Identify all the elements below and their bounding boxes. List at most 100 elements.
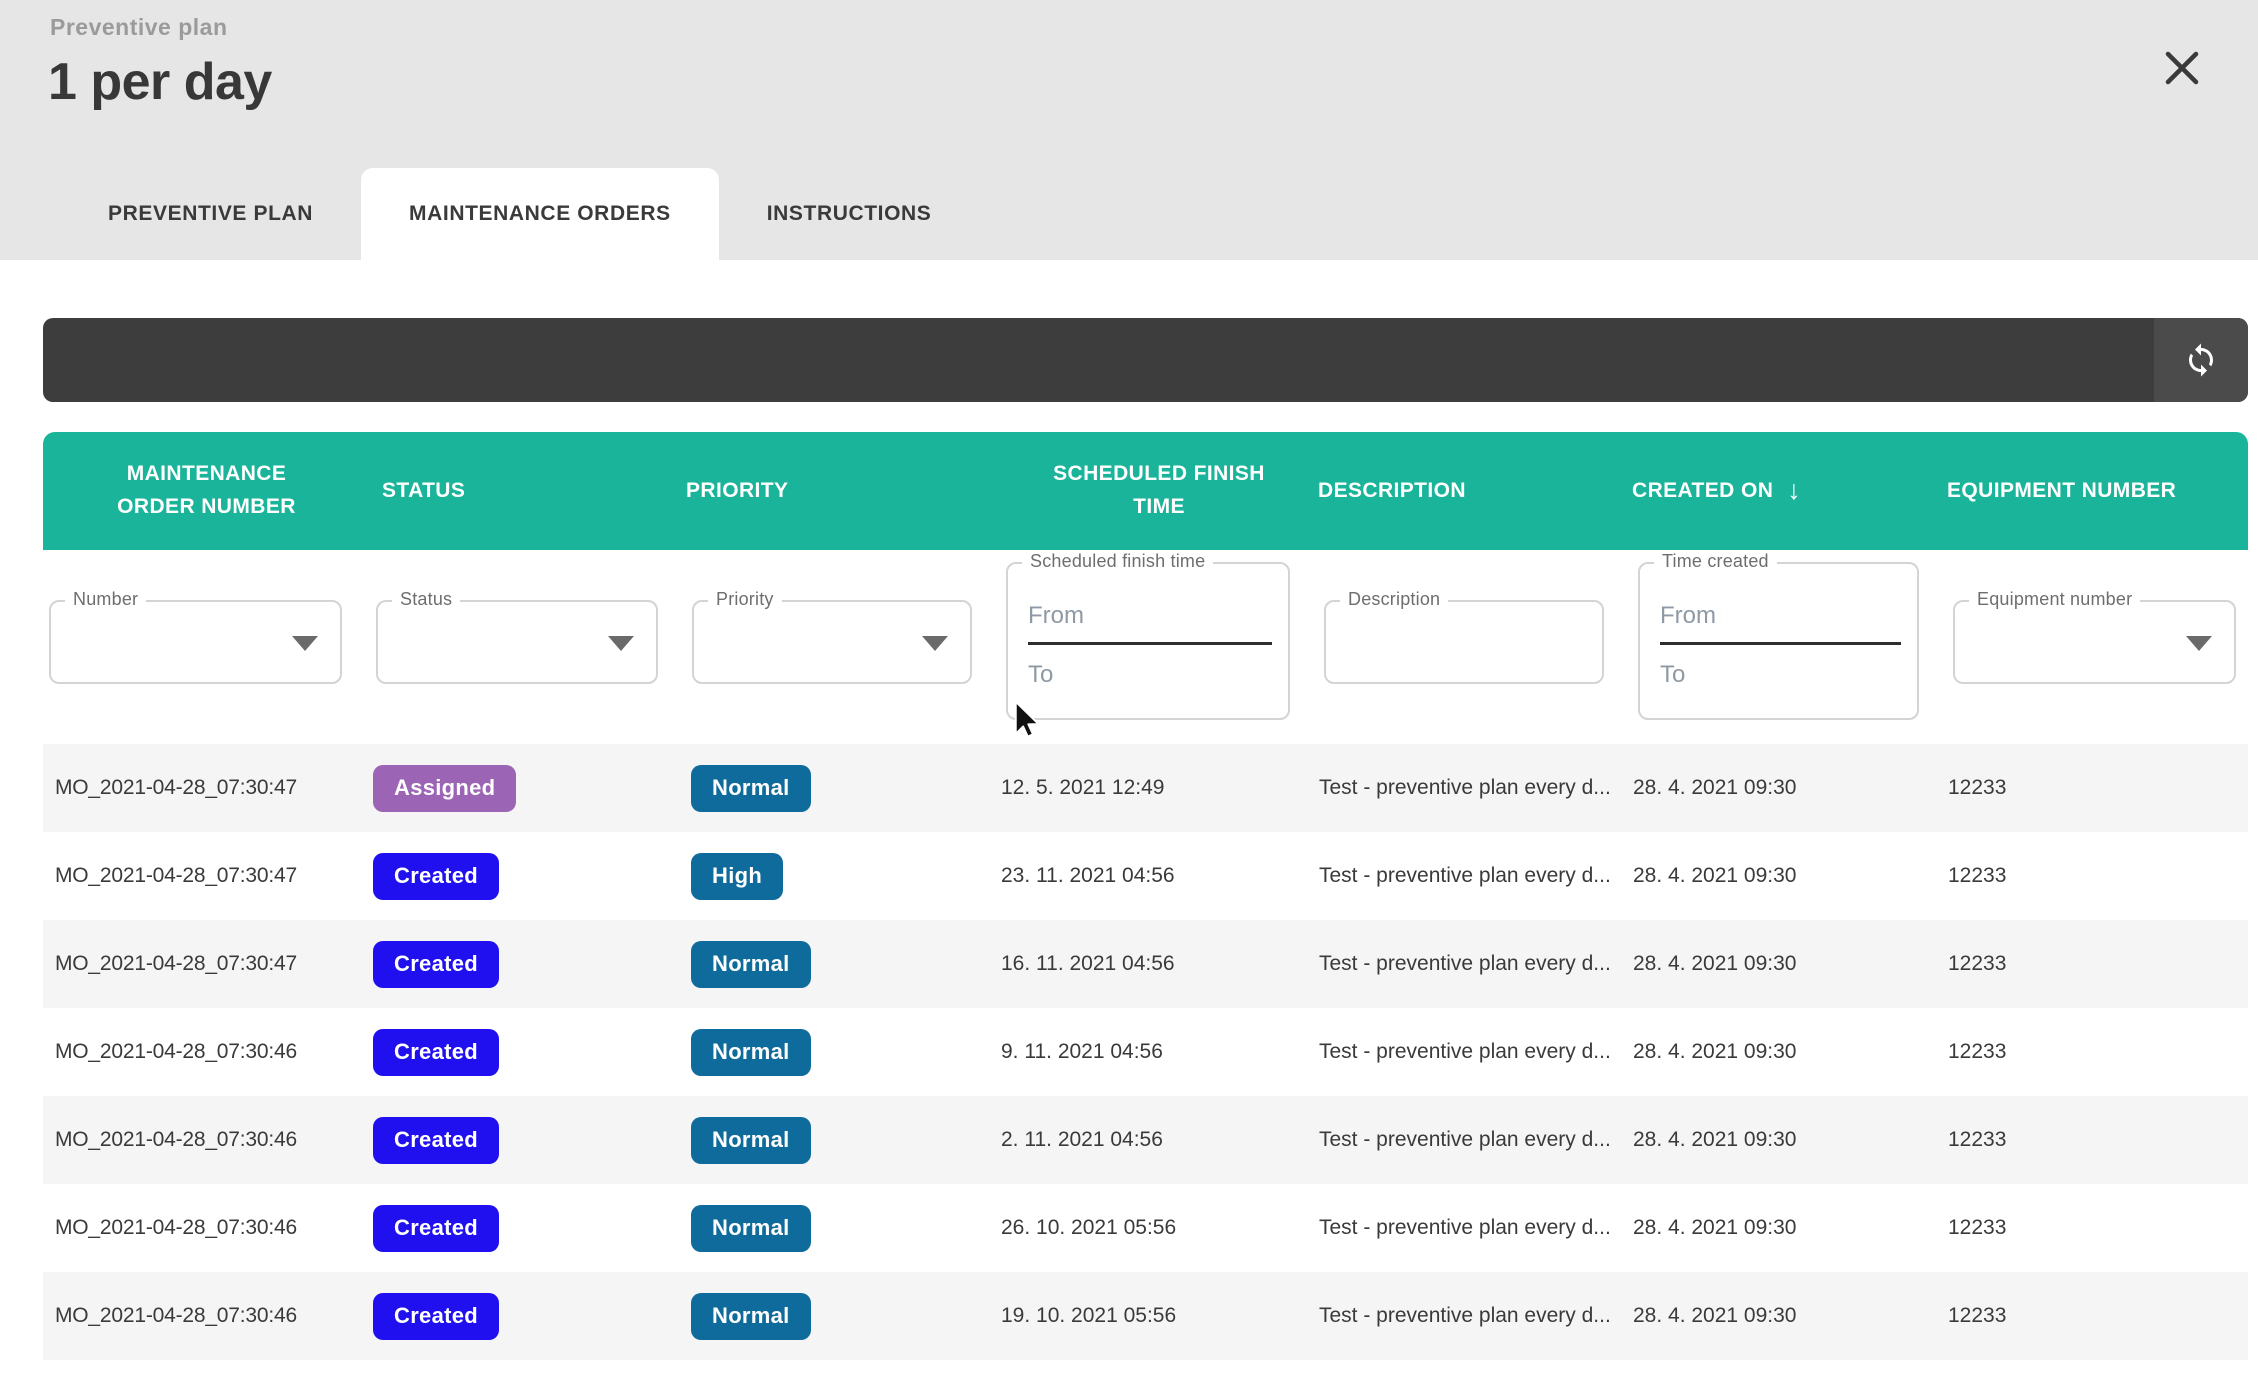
column-header-scheduled[interactable]: SCHEDULED FINISH TIME	[1000, 458, 1318, 523]
table-row[interactable]: MO_2021-04-28_07:30:46Created Normal2. 11…	[43, 1096, 2248, 1184]
created-filter-from-input[interactable]: From	[1660, 602, 1901, 645]
dropdown-caret-icon	[608, 636, 634, 651]
priority-badge: Normal	[691, 941, 811, 988]
status-cell: Assigned	[370, 765, 686, 812]
column-header-label: STATUS	[382, 475, 465, 508]
number-cell: MO_2021-04-28_07:30:46	[43, 1128, 370, 1152]
tab-content: MAINTENANCE ORDER NUMBER STATUS PRIORITY SC…	[0, 260, 2258, 1384]
number-cell: MO_2021-04-28_07:30:47	[43, 952, 370, 976]
scheduled-cell: 9. 11. 2021 04:56	[1000, 1040, 1318, 1064]
priority-badge: Normal	[691, 765, 811, 812]
number-cell: MO_2021-04-28_07:30:47	[43, 864, 370, 888]
description-cell: Test - preventive plan every d...	[1318, 952, 1632, 976]
filter-label: Equipment number	[1969, 589, 2140, 610]
dropdown-caret-icon	[2186, 636, 2212, 651]
status-cell: Created	[370, 1117, 686, 1164]
priority-cell: Normal	[686, 1029, 1000, 1076]
refresh-button[interactable]	[2154, 318, 2248, 402]
column-header-label: DESCRIPTION	[1318, 475, 1466, 508]
filter-cell-equipment: Equipment number	[1947, 550, 2248, 744]
status-cell: Created	[370, 1205, 686, 1252]
column-header-priority[interactable]: PRIORITY	[686, 475, 1000, 508]
priority-cell: Normal	[686, 1117, 1000, 1164]
table-row[interactable]: MO_2021-04-28_07:30:47CreatedHigh 23. 11.…	[43, 832, 2248, 920]
description-filter-input[interactable]: Description	[1324, 600, 1604, 684]
scheduled-filter-to-input[interactable]: To	[1028, 661, 1272, 689]
filter-label: Status	[392, 589, 460, 610]
scheduled-cell: 23. 11. 2021 04:56	[1000, 864, 1318, 888]
status-badge: Created	[373, 1029, 499, 1076]
tab-instructions[interactable]: INSTRUCTIONS	[719, 168, 980, 260]
equipment-cell: 12233	[1947, 1128, 2248, 1152]
filter-cell-priority: Priority	[686, 550, 1000, 744]
filter-label: Description	[1340, 589, 1448, 610]
status-badge: Created	[373, 1117, 499, 1164]
sort-desc-icon: ↓	[1787, 470, 1801, 512]
priority-badge: Normal	[691, 1029, 811, 1076]
column-header-label: EQUIPMENT NUMBER	[1947, 475, 2176, 508]
column-header-created[interactable]: CREATED ON↓	[1632, 470, 1947, 512]
status-filter-select[interactable]: Status	[376, 600, 658, 684]
filter-label: Number	[65, 589, 146, 610]
equipment-cell: 12233	[1947, 1304, 2248, 1328]
filter-cell-number: Number	[43, 550, 370, 744]
table-row[interactable]: MO_2021-04-28_07:30:46CreatedNormal26. 1…	[43, 1184, 2248, 1272]
filter-cell-description: Description	[1318, 550, 1632, 744]
equipment-filter-select[interactable]: Equipment number	[1953, 600, 2236, 684]
description-cell: Test - preventive plan every d...	[1318, 1040, 1632, 1064]
close-icon	[2162, 48, 2202, 88]
description-cell: Test - preventive plan every d...	[1318, 1216, 1632, 1240]
dialog-header: Preventive plan 1 per day PREVENTIVE PLA…	[0, 0, 2258, 260]
status-badge: Created	[373, 1293, 499, 1340]
filter-row: NumberStatusPriorityScheduled finish tim…	[43, 550, 2248, 744]
status-cell: Created	[370, 853, 686, 900]
equipment-cell: 12233	[1947, 864, 2248, 888]
column-header-number[interactable]: MAINTENANCE ORDER NUMBER	[43, 458, 370, 523]
dialog-subtitle: Preventive plan	[50, 14, 228, 41]
scheduled-cell: 16. 11. 2021 04:56	[1000, 952, 1318, 976]
description-cell: Test - preventive plan every d...	[1318, 776, 1632, 800]
scheduled-filter-range[interactable]: Scheduled finish timeFromTo	[1006, 562, 1290, 720]
created-filter-to-input[interactable]: To	[1660, 661, 1901, 689]
column-header-label: PRIORITY	[686, 475, 788, 508]
page-title: 1 per day	[48, 52, 272, 112]
column-header-equipment[interactable]: EQUIPMENT NUMBER	[1947, 475, 2248, 508]
status-cell: Created	[370, 941, 686, 988]
table-row[interactable]: MO_2021-04-28_07:30:46Created Normal 9. 11…	[43, 1008, 2248, 1096]
column-header-label: SCHEDULED FINISH TIME	[1052, 458, 1267, 523]
status-cell: Created	[370, 1029, 686, 1076]
table-row[interactable]: MO_2021-04-28_07:30:47Created Normal 16. 1…	[43, 920, 2248, 1008]
status-badge: Assigned	[373, 765, 516, 812]
dropdown-caret-icon	[292, 636, 318, 651]
table-row[interactable]: MO_2021-04-28_07:30:46Created Normal 19. 1…	[43, 1272, 2248, 1360]
tab-preventive-plan[interactable]: PREVENTIVE PLAN	[60, 168, 361, 260]
scheduled-cell: 26. 10. 2021 05:56	[1000, 1216, 1318, 1240]
created-filter-range[interactable]: Time createdFromTo	[1638, 562, 1919, 720]
priority-cell: Normal	[686, 765, 1000, 812]
scheduled-cell: 2. 11. 2021 04:56	[1000, 1128, 1318, 1152]
tab-maintenance-orders[interactable]: MAINTENANCE ORDERS	[361, 168, 719, 260]
tab-bar: PREVENTIVE PLAN MAINTENANCE ORDERS INSTR…	[60, 168, 979, 260]
equipment-cell: 12233	[1947, 1216, 2248, 1240]
filter-cell-status: Status	[370, 550, 686, 744]
status-badge: Created	[373, 941, 499, 988]
priority-cell: High	[686, 853, 1000, 900]
number-cell: MO_2021-04-28_07:30:46	[43, 1304, 370, 1328]
column-header-status[interactable]: STATUS	[370, 475, 686, 508]
number-cell: MO_2021-04-28_07:30:46	[43, 1040, 370, 1064]
scheduled-filter-from-input[interactable]: From	[1028, 602, 1272, 645]
scheduled-cell: 19. 10. 2021 05:56	[1000, 1304, 1318, 1328]
description-cell: Test - preventive plan every d...	[1318, 1128, 1632, 1152]
priority-badge: Normal	[691, 1293, 811, 1340]
priority-badge: High	[691, 853, 783, 900]
number-filter-select[interactable]: Number	[49, 600, 342, 684]
created-cell: 28. 4. 2021 09:30	[1632, 1304, 1947, 1328]
filter-label: Time created	[1654, 551, 1777, 572]
column-header-description[interactable]: DESCRIPTION	[1318, 475, 1632, 508]
priority-badge: Normal	[691, 1205, 811, 1252]
table-body: MO_2021-04-28_07:30:47AssignedNormal12. …	[43, 744, 2248, 1360]
table-row[interactable]: MO_2021-04-28_07:30:47AssignedNormal12. …	[43, 744, 2248, 832]
close-button[interactable]	[2156, 42, 2208, 94]
priority-filter-select[interactable]: Priority	[692, 600, 972, 684]
priority-cell: Normal	[686, 1293, 1000, 1340]
